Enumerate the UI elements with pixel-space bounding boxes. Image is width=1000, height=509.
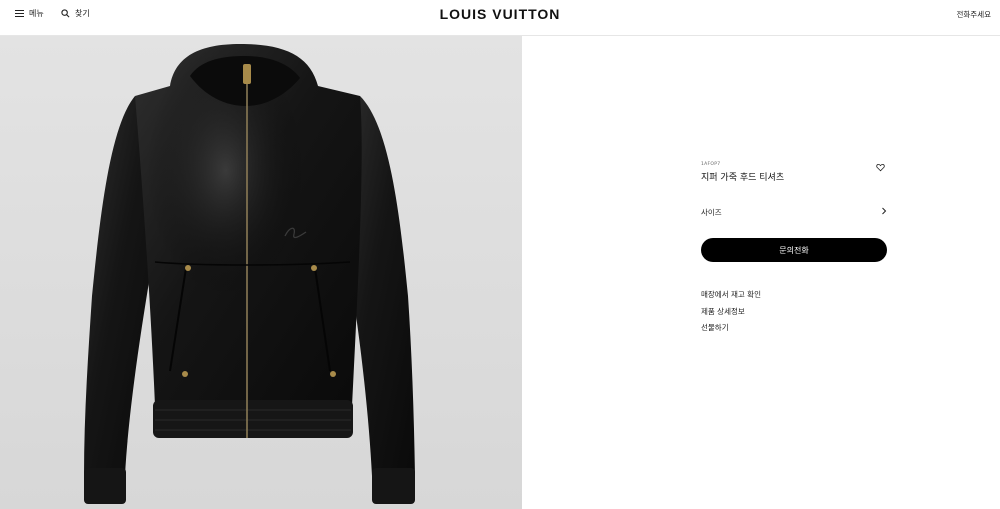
product-image[interactable] (0, 36, 522, 509)
heart-icon[interactable] (876, 163, 885, 172)
product-title: 지퍼 가죽 후드 티셔츠 (701, 173, 785, 183)
product-info-panel: 1AFOP7 지퍼 가죽 후드 티셔츠 사이즈 문의전화 매장에서 재고 확인 … (701, 162, 887, 337)
jacket-illustration (84, 44, 415, 504)
product-sku: 1AFOP7 (701, 162, 721, 167)
contact-button[interactable]: 문의전화 (701, 238, 887, 262)
site-header: 메뉴 찾기 LOUIS VUITTON 전화주세요 (0, 0, 1000, 36)
size-selector[interactable]: 사이즈 (701, 207, 887, 218)
gift-link[interactable]: 선물하기 (701, 320, 887, 337)
size-label: 사이즈 (701, 208, 722, 217)
brand-logo[interactable]: LOUIS VUITTON (0, 6, 1000, 22)
call-us-link[interactable]: 전화주세요 (957, 9, 992, 20)
chevron-right-icon (882, 207, 887, 215)
product-details-link[interactable]: 제품 상세정보 (701, 304, 887, 321)
product-links: 매장에서 재고 확인 제품 상세정보 선물하기 (701, 287, 887, 337)
store-stock-link[interactable]: 매장에서 재고 확인 (701, 287, 887, 304)
